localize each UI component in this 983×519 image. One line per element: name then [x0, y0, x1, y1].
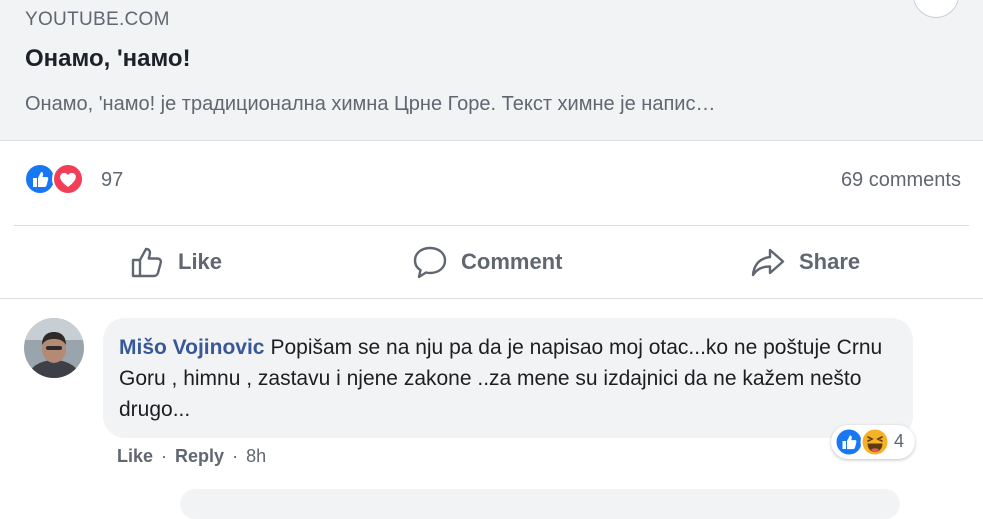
- comment-reactions[interactable]: 4: [831, 425, 915, 459]
- like-reaction-icon: [24, 163, 56, 195]
- comments-count[interactable]: 69 comments: [841, 169, 961, 192]
- link-domain: YOUTUBE.COM: [25, 9, 170, 30]
- commenter-avatar[interactable]: [24, 318, 84, 378]
- preview-options-button[interactable]: [913, 0, 959, 18]
- next-comment-bubble: [180, 489, 900, 519]
- like-reaction-icon: [834, 427, 864, 457]
- comment-reaction-count: 4: [894, 431, 905, 451]
- divider: [0, 298, 983, 299]
- thumbs-up-icon: [131, 247, 163, 278]
- share-button-label: Share: [799, 249, 861, 274]
- comment-actions: Like · Reply · 8h: [117, 446, 266, 467]
- reactions-summary-row: 97 69 comments: [0, 140, 983, 225]
- separator-dot: ·: [161, 446, 168, 466]
- comment-body: Mišo Vojinovic Popišam se na nju pa da je…: [119, 332, 889, 425]
- comment-author[interactable]: Mišo Vojinovic: [119, 336, 264, 359]
- reaction-icons[interactable]: [24, 163, 94, 195]
- link-preview-card[interactable]: YOUTUBE.COM Онамо, 'намо! Онамо, 'намо! …: [0, 0, 983, 141]
- comment-button-label: Comment: [461, 249, 563, 274]
- love-reaction-icon: [52, 163, 84, 195]
- reaction-count[interactable]: 97: [101, 169, 123, 192]
- comment-button[interactable]: Comment: [411, 240, 562, 284]
- comment-icon: [413, 246, 447, 279]
- comment-bubble: Mišo Vojinovic Popišam se na nju pa da je…: [103, 318, 913, 438]
- separator-dot: ·: [232, 446, 239, 466]
- link-title[interactable]: Онамо, 'намо!: [25, 45, 191, 73]
- share-arrow-icon: [751, 248, 785, 277]
- comment-reply-link[interactable]: Reply: [175, 446, 224, 467]
- comment-reaction-icons: [834, 427, 890, 457]
- like-button-label: Like: [178, 249, 223, 274]
- comment-like-link[interactable]: Like: [117, 446, 153, 467]
- comment-timestamp[interactable]: 8h: [246, 446, 266, 467]
- share-button[interactable]: Share: [749, 240, 860, 284]
- link-description: Онамо, 'намо! је традиционална химна Црн…: [25, 93, 716, 115]
- post-actions-bar: Like Comment Share: [0, 226, 983, 298]
- like-button[interactable]: Like: [128, 240, 222, 284]
- haha-reaction-icon: [860, 427, 890, 457]
